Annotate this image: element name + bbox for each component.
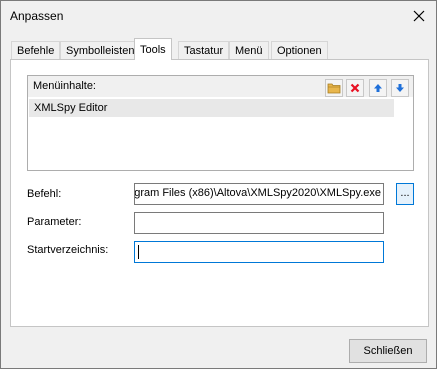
title-bar: Anpassen [1,1,436,31]
command-label: Befehl: [27,188,62,200]
new-button[interactable] [325,79,343,97]
tab-befehle[interactable]: Befehle [11,41,61,60]
delete-icon [350,83,360,93]
tab-menue[interactable]: Menü [229,41,269,60]
menu-contents-label: Menüinhalte: [33,80,96,92]
new-folder-icon [327,83,341,94]
menu-contents-list[interactable]: Menüinhalte: XMLSpy Editor [27,75,414,171]
close-icon [413,10,425,22]
move-up-button[interactable] [369,79,387,97]
start-dir-field[interactable] [134,241,384,263]
tools-tab-panel: Menüinhalte: XMLSpy Editor Befehl: ogram… [10,59,429,327]
text-caret [138,245,139,259]
tab-symbolleisten[interactable]: Symbolleisten [60,41,141,60]
tab-optionen[interactable]: Optionen [271,41,328,60]
move-down-icon [396,84,404,92]
command-value: ogram Files (x86)\Altova\XMLSpy2020\XMLS… [134,187,381,199]
start-dir-label: Startverzeichnis: [27,244,109,256]
move-up-icon [374,84,382,92]
parameter-field[interactable] [134,212,384,234]
move-down-button[interactable] [391,79,409,97]
tab-tastatur[interactable]: Tastatur [178,41,230,60]
delete-button[interactable] [346,79,364,97]
command-field[interactable]: ogram Files (x86)\Altova\XMLSpy2020\XMLS… [134,183,384,205]
browse-button[interactable]: ... [396,183,414,205]
dialog-title: Anpassen [10,9,64,23]
list-item[interactable]: XMLSpy Editor [29,99,394,117]
tab-tools[interactable]: Tools [134,38,172,60]
close-button[interactable]: Schließen [349,339,427,363]
close-window-button[interactable] [408,5,430,27]
list-header: Menüinhalte: [28,76,413,97]
parameter-label: Parameter: [27,216,82,228]
list-item-label: XMLSpy Editor [34,102,108,114]
customize-dialog: Anpassen Befehle Symbolleisten Tools Tas… [0,0,437,369]
